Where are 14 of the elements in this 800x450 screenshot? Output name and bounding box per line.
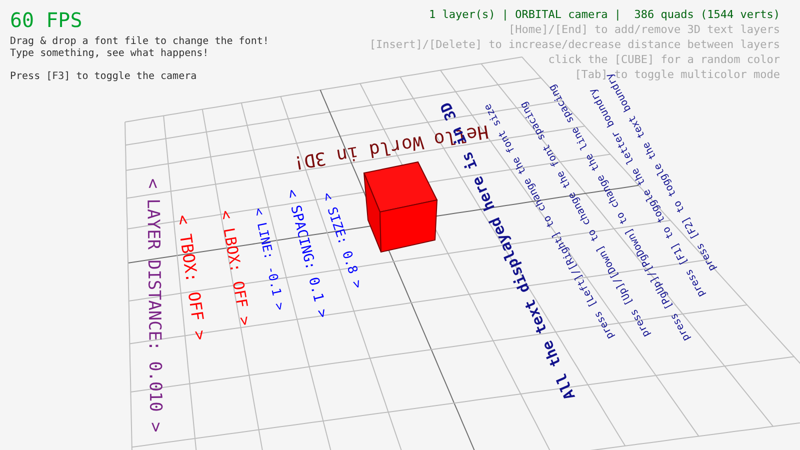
instruction-text: Type something, see what happens! bbox=[10, 48, 209, 60]
key-hint: [Insert]/[Delete] to increase/decrease distance between layers bbox=[369, 37, 780, 52]
setting-label: < TBOX: OFF > bbox=[174, 214, 208, 342]
key-hint: click the [CUBE] for a random color bbox=[548, 52, 780, 67]
key-hint: [Home]/[End] to add/remove 3D text layers bbox=[508, 22, 780, 37]
cube-drawing[interactable] bbox=[363, 161, 438, 253]
camera-hint: Press [F3] to toggle the camera bbox=[10, 71, 197, 83]
instruction-text: Drag & drop a font file to change the font! bbox=[10, 36, 269, 48]
setting-label: < LBOX: OFF > bbox=[218, 208, 252, 326]
setting-label: < SIZE: 0.8 > bbox=[318, 190, 364, 290]
status-text: 1 layer(s) | ORBITAL camera | 386 quads (1544 verts) bbox=[429, 7, 780, 22]
setting-label: < LINE: -0.1 > bbox=[252, 206, 286, 312]
setting-label: < LAYER DISTANCE: 0.010 > bbox=[144, 178, 164, 432]
fps-counter: 60 FPS bbox=[10, 8, 82, 32]
